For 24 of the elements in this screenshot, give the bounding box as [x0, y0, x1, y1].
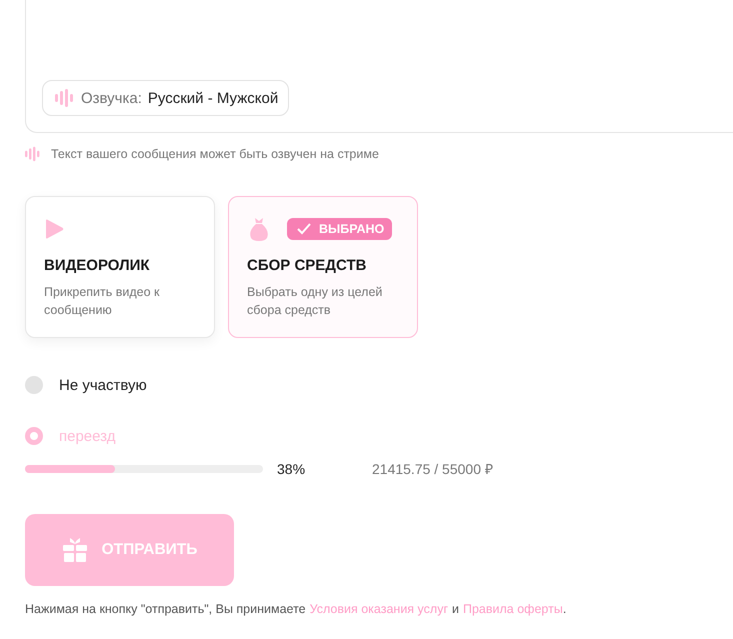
footer-text: Нажимая на кнопку "отправить", Вы принимаете [25, 602, 306, 616]
check-icon [297, 223, 311, 235]
progress-percent: 38% [277, 460, 306, 476]
card-description: Выбрать одну из целей сбора средств [247, 284, 384, 319]
footer-text: . [562, 602, 566, 616]
sound-wave-icon [55, 89, 75, 107]
money-bag-icon [247, 217, 271, 241]
radio-button[interactable] [25, 427, 43, 445]
progress-amount: 21415.75 / 55000 ₽ [372, 460, 493, 478]
footer-text: и [452, 602, 459, 616]
voice-selector[interactable]: Озвучка: Русский - Мужской [42, 80, 290, 116]
option-card[interactable]: ВИДЕОРОЛИК Прикрепить видео к сообщению [25, 196, 215, 338]
card-title: СБОР СРЕДСТВ [247, 257, 368, 274]
voice-hint: Текст вашего сообщения может быть озвучен на стриме [51, 147, 379, 161]
gift-icon [62, 537, 88, 563]
sound-wave-icon [25, 146, 41, 162]
card-description: Прикрепить видео к сообщению [44, 284, 161, 319]
message-box[interactable]: Озвучка: Русский - Мужской [25, 0, 733, 133]
card-title: ВИДЕОРОЛИК [44, 257, 151, 274]
radio-button[interactable] [25, 376, 43, 394]
option-card[interactable]: ВЫБРАНО СБОР СРЕДСТВ Выбрать одну из целей сбора средств [228, 196, 418, 338]
selected-badge: ВЫБРАНО [287, 218, 392, 240]
goal-label[interactable]: Не участвую [59, 376, 147, 394]
play-icon [44, 219, 64, 239]
